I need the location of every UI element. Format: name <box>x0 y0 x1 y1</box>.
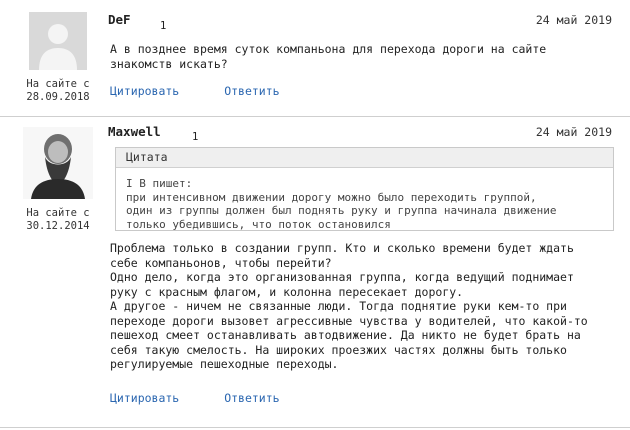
user-silhouette-icon[interactable] <box>29 12 87 70</box>
portrait-photo-icon[interactable] <box>23 127 93 199</box>
post-actions: Цитировать Ответить <box>110 391 318 406</box>
author-name[interactable]: DeF <box>108 12 131 28</box>
post-maxwell: На сайте с 30.12.2014 Maxwell 1 24 май 2… <box>0 117 630 428</box>
user-column: На сайте с 30.12.2014 <box>18 127 98 233</box>
quote-block: Цитата I B пишет: при интенсивном движен… <box>115 147 614 231</box>
quote-title: Цитата <box>116 148 613 168</box>
post-text: А в позднее время суток компаньона для п… <box>110 42 547 71</box>
post-actions: Цитировать Ответить <box>110 84 318 99</box>
author-name[interactable]: Maxwell <box>108 124 161 140</box>
reply-button[interactable]: Ответить <box>224 84 279 98</box>
post-count: 1 <box>192 131 199 143</box>
quote-button[interactable]: Цитировать <box>110 84 179 98</box>
post-def: На сайте с 28.09.2018 DeF 1 24 май 2019 … <box>0 0 630 117</box>
post-text: Проблема только в создании групп. Кто и … <box>110 241 588 371</box>
post-count: 1 <box>160 20 167 32</box>
reply-button[interactable]: Ответить <box>224 391 279 405</box>
post-date: 24 май 2019 <box>535 13 612 27</box>
user-column: На сайте с 28.09.2018 <box>18 12 98 104</box>
post-date: 24 май 2019 <box>535 125 612 139</box>
quote-button[interactable]: Цитировать <box>110 391 179 405</box>
member-since: На сайте с 30.12.2014 <box>26 207 90 232</box>
quote-text: I B пишет: при интенсивном движении доро… <box>126 177 557 231</box>
member-since: На сайте с 28.09.2018 <box>26 78 90 103</box>
